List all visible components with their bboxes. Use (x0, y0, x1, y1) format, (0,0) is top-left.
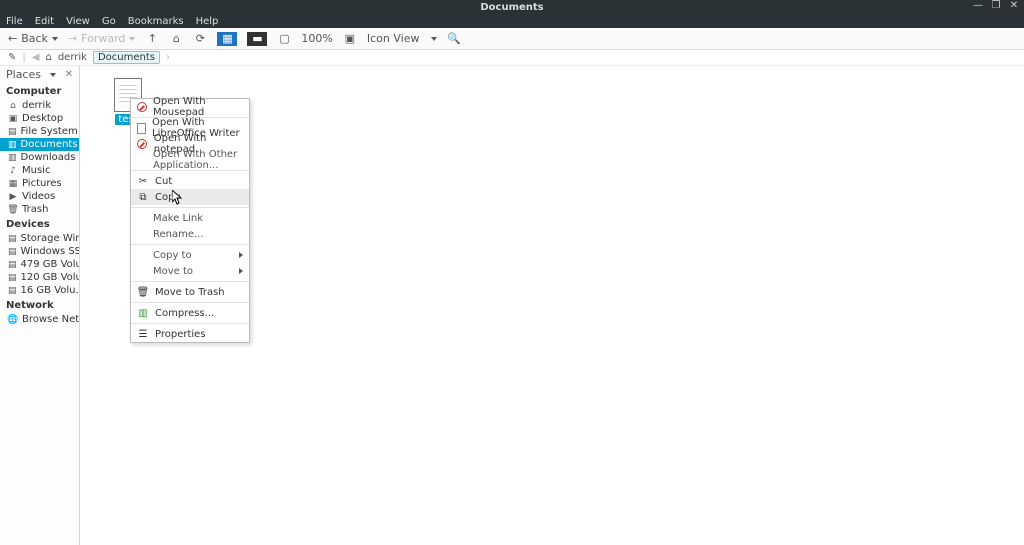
reload-button[interactable]: ⟳ (193, 32, 207, 46)
view-list-button[interactable]: ▬ (247, 32, 267, 46)
ctx-move-to-trash[interactable]: 🗑Move to Trash (131, 284, 249, 300)
sidebar-title: Places (6, 68, 41, 81)
sidebar-group-computer: Computer (0, 83, 79, 99)
ctx-compress[interactable]: ▥Compress... (131, 305, 249, 321)
document-icon (137, 122, 146, 134)
forbid-icon (137, 138, 148, 150)
sidebar-dropdown-icon[interactable] (50, 73, 56, 77)
breadcrumb-user[interactable]: derrik (58, 52, 87, 63)
forbid-icon (137, 101, 147, 113)
view-mode-dropdown[interactable]: Icon View (367, 32, 437, 45)
titlebar: Documents — ❐ ✕ (0, 0, 1024, 14)
sidebar-item-pictures[interactable]: ▦Pictures (0, 177, 79, 190)
desktop-icon: ▣ (8, 114, 18, 124)
disk-icon: ▤ (8, 247, 17, 257)
zoom-out-button[interactable]: ▢ (277, 32, 291, 46)
context-menu: Open With Mousepad Open With LibreOffice… (130, 98, 250, 343)
disk-icon: ▤ (8, 273, 17, 283)
edit-path-button[interactable]: ✎ (8, 52, 16, 63)
sidebar-item-home[interactable]: ⌂derrik (0, 99, 79, 112)
sidebar-item-filesystem[interactable]: ▤File System (0, 125, 79, 138)
location-bar: ✎ | ◀ ⌂ derrik Documents › (0, 50, 1024, 66)
sidebar-item-downloads[interactable]: ▥Downloads (0, 151, 79, 164)
drive-icon: ▤ (8, 127, 17, 137)
zoom-level[interactable]: 100% (301, 32, 332, 45)
breadcrumb-current[interactable]: Documents (93, 51, 160, 64)
menubar: File Edit View Go Bookmarks Help (0, 14, 1024, 28)
menu-go[interactable]: Go (102, 16, 116, 27)
pictures-icon: ▦ (8, 179, 18, 189)
home-icon: ⌂ (8, 101, 18, 111)
archive-icon: ▥ (137, 307, 149, 319)
home-button[interactable]: ⌂ (169, 32, 183, 46)
sidebar-close-button[interactable]: ✕ (65, 69, 73, 80)
sidebar-item-trash[interactable]: 🗑Trash (0, 203, 79, 216)
folder-icon: ▥ (8, 140, 17, 150)
disk-icon: ▤ (8, 260, 17, 270)
trash-icon: 🗑 (137, 286, 149, 298)
properties-icon: ☰ (137, 328, 149, 340)
cut-icon: ✂ (137, 175, 149, 187)
sidebar-item-device[interactable]: ▤Windows SSD sto... (0, 245, 79, 258)
maximize-button[interactable]: ❐ (990, 0, 1002, 11)
sidebar-item-device[interactable]: ▤Storage Windows (0, 232, 79, 245)
ctx-copy[interactable]: ⧉Copy (131, 189, 249, 205)
sidebar-item-browse-network[interactable]: 🌐Browse Network (0, 313, 79, 326)
zoom-in-button[interactable]: ▣ (343, 32, 357, 46)
sidebar-item-videos[interactable]: ▶Videos (0, 190, 79, 203)
sidebar-group-network: Network (0, 297, 79, 313)
toolbar: ← Back → Forward ↑ ⌂ ⟳ ▦ ▬ ▢ 100% ▣ Icon… (0, 28, 1024, 50)
breadcrumb-next-icon: › (166, 52, 170, 63)
sidebar-item-device[interactable]: ▤16 GB Volu...⏏ (0, 284, 79, 297)
search-button[interactable]: 🔍 (447, 32, 461, 46)
folder-icon: ▥ (8, 153, 17, 163)
menu-bookmarks[interactable]: Bookmarks (128, 16, 184, 27)
close-button[interactable]: ✕ (1008, 0, 1020, 11)
sidebar-item-music[interactable]: ♪Music (0, 164, 79, 177)
menu-help[interactable]: Help (196, 16, 219, 27)
globe-icon: 🌐 (8, 315, 18, 325)
ctx-rename[interactable]: Rename... (131, 226, 249, 242)
menu-view[interactable]: View (66, 16, 90, 27)
minimize-button[interactable]: — (972, 0, 984, 11)
window-title: Documents (480, 2, 543, 13)
video-icon: ▶ (8, 192, 18, 202)
back-button[interactable]: ← Back (8, 32, 58, 45)
sidebar-item-device[interactable]: ▤479 GB Volume (0, 258, 79, 271)
menu-file[interactable]: File (6, 16, 23, 27)
music-icon: ♪ (8, 166, 18, 176)
trash-icon: 🗑 (8, 205, 18, 215)
sidebar-item-device[interactable]: ▤120 GB Volume (0, 271, 79, 284)
sidebar-group-devices: Devices (0, 216, 79, 232)
ctx-copy-to[interactable]: Copy to (131, 247, 249, 263)
home-icon[interactable]: ⌂ (45, 52, 51, 63)
ctx-make-link[interactable]: Make Link (131, 210, 249, 226)
menu-edit[interactable]: Edit (35, 16, 54, 27)
disk-icon: ▤ (8, 286, 17, 296)
forward-button[interactable]: → Forward (68, 32, 135, 45)
ctx-properties[interactable]: ☰Properties (131, 326, 249, 342)
sidebar: Places ✕ Computer ⌂derrik ▣Desktop ▤File… (0, 66, 80, 545)
ctx-open-mousepad[interactable]: Open With Mousepad (131, 99, 249, 115)
disk-icon: ▤ (8, 234, 17, 244)
ctx-move-to[interactable]: Move to (131, 263, 249, 279)
sidebar-item-documents[interactable]: ▥Documents (0, 138, 79, 151)
view-icons-button[interactable]: ▦ (217, 32, 237, 46)
sidebar-item-desktop[interactable]: ▣Desktop (0, 112, 79, 125)
copy-icon: ⧉ (137, 191, 149, 203)
ctx-cut[interactable]: ✂Cut (131, 173, 249, 189)
path-root-icon[interactable]: ◀ (32, 52, 40, 63)
up-button[interactable]: ↑ (145, 32, 159, 46)
ctx-open-other[interactable]: Open With Other Application... (131, 152, 249, 168)
